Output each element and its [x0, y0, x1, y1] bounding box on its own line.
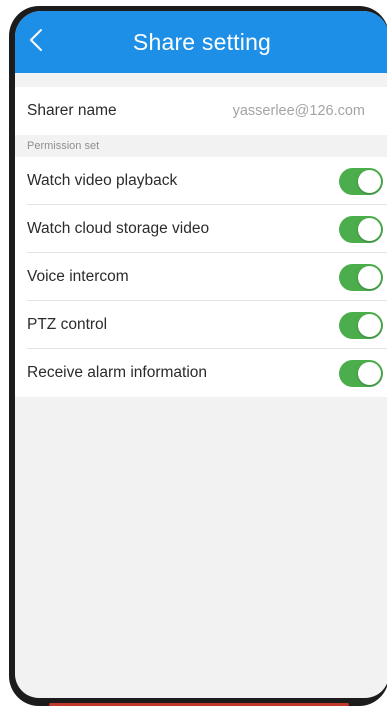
permission-label: PTZ control — [27, 316, 108, 333]
ptz-control-toggle[interactable] — [339, 311, 383, 339]
permission-row-voice-intercom: Voice intercom — [15, 253, 387, 301]
toggle-knob — [358, 169, 381, 193]
permission-label: Receive alarm information — [27, 364, 208, 381]
page-title: Share setting — [132, 29, 272, 55]
toggle-knob — [358, 217, 381, 241]
sharer-name-label: Sharer name — [27, 102, 117, 119]
permission-row-watch-cloud-storage-video: Watch cloud storage video — [15, 205, 387, 253]
toggle-knob — [358, 361, 381, 385]
top-spacer — [15, 73, 387, 87]
receive-alarm-information-toggle[interactable] — [339, 359, 383, 387]
permission-label: Watch cloud storage video — [27, 220, 210, 237]
sharer-name-value: yasserlee@126.com — [232, 103, 365, 119]
sharer-name-row: Sharer name yasserlee@126.com — [15, 87, 387, 135]
permission-row-receive-alarm-information: Receive alarm information — [15, 349, 387, 397]
toggle-knob — [358, 265, 381, 289]
voice-intercom-toggle[interactable] — [339, 263, 383, 291]
watch-cloud-storage-video-toggle[interactable] — [339, 215, 383, 243]
device-bottom-accent — [49, 703, 349, 706]
watch-video-playback-toggle[interactable] — [339, 167, 383, 195]
settings-content: Sharer name yasserlee@126.com Permission… — [15, 73, 387, 397]
permission-row-ptz-control: PTZ control — [15, 301, 387, 349]
phone-frame: Share setting Sharer name yasserlee@126.… — [9, 6, 387, 706]
permission-row-watch-video-playback: Watch video playback — [15, 157, 387, 205]
toggle-knob — [358, 313, 381, 337]
app-screen: Share setting Sharer name yasserlee@126.… — [15, 11, 387, 698]
permission-label: Voice intercom — [27, 268, 129, 285]
permission-section-header: Permission set — [15, 135, 387, 157]
navigation-bar: Share setting — [15, 11, 387, 73]
permission-label: Watch video playback — [27, 172, 178, 189]
